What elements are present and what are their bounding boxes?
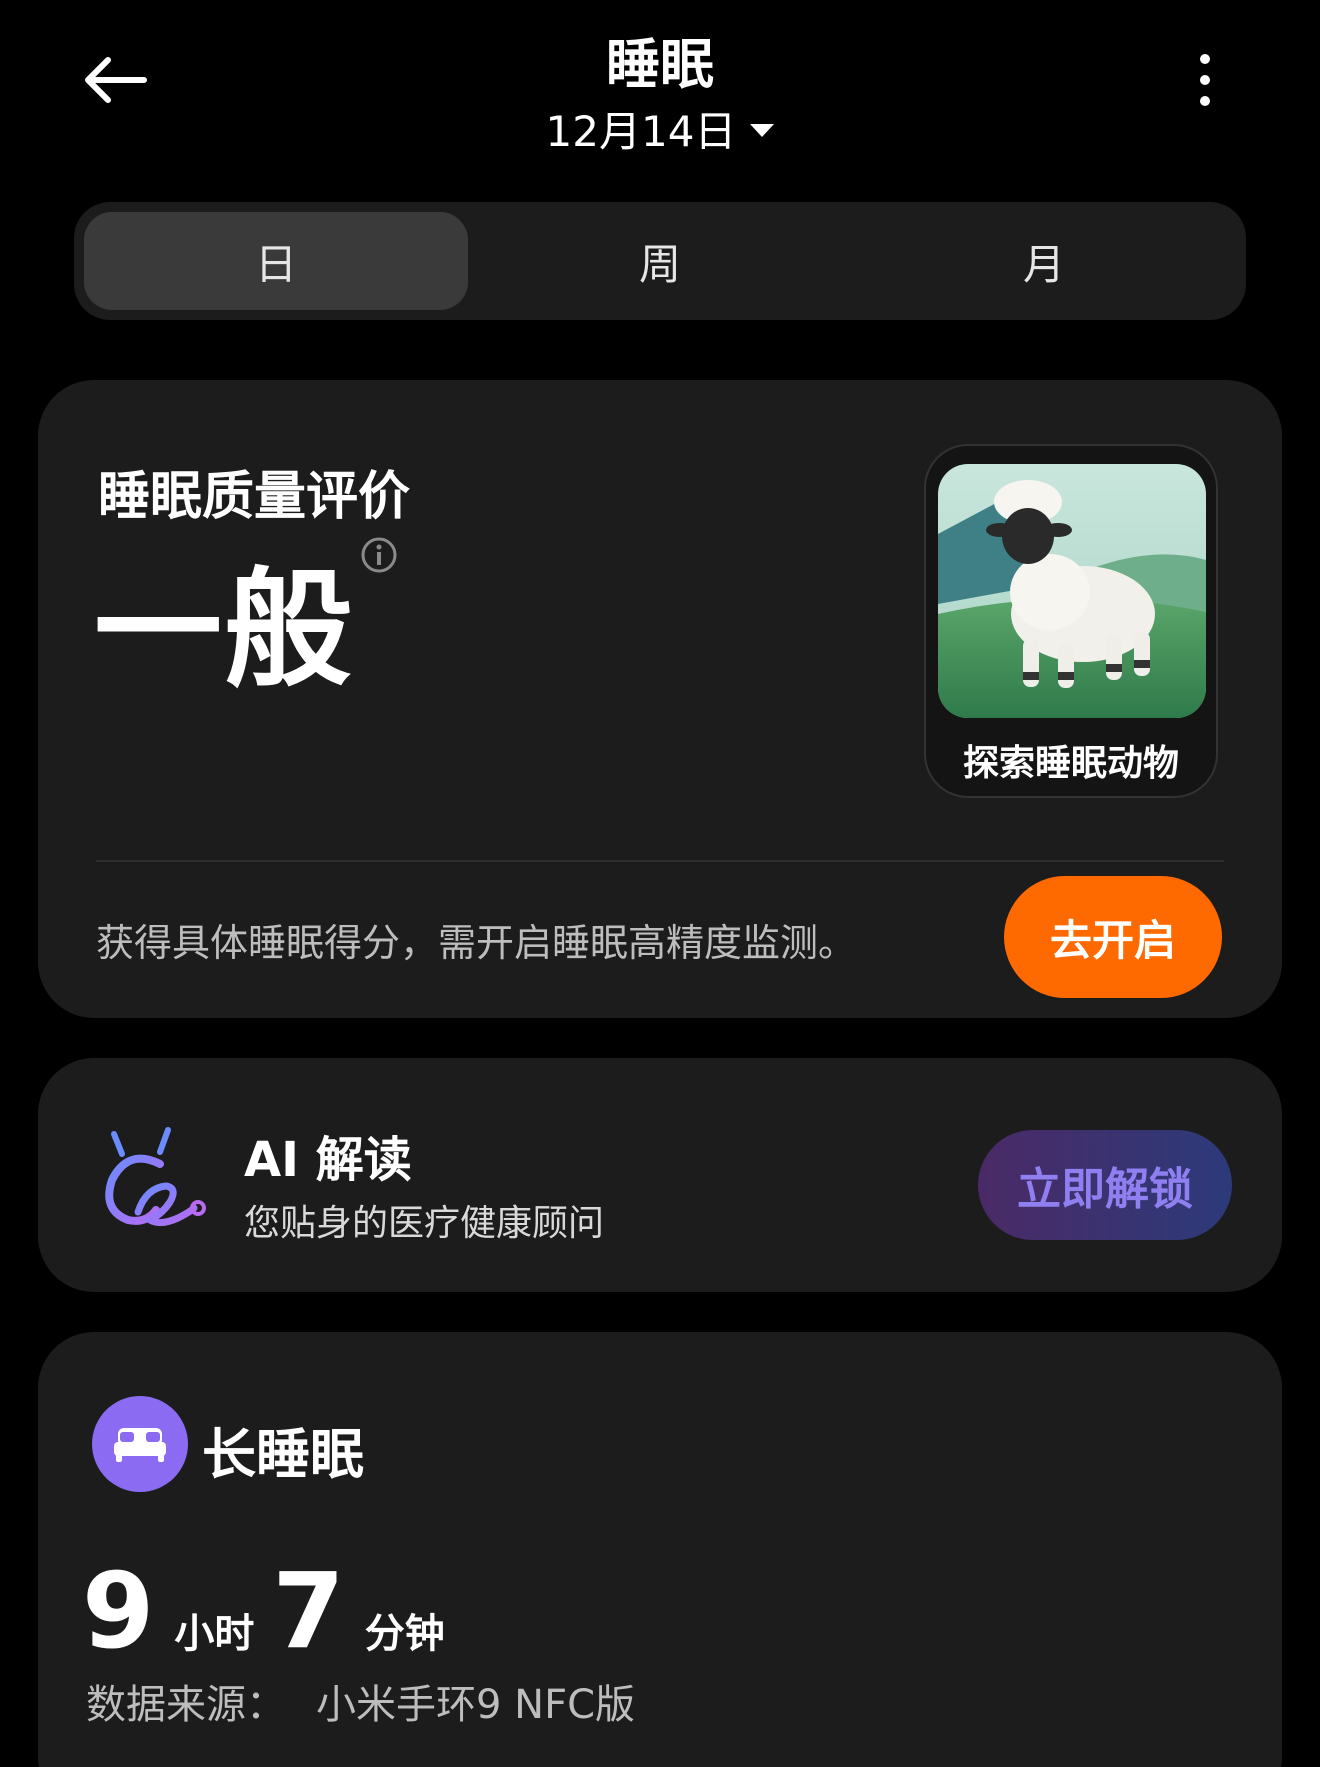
enable-button[interactable]: 去开启 <box>1004 876 1222 998</box>
minutes-value: 7 <box>272 1550 345 1672</box>
animal-caption: 探索睡眠动物 <box>962 743 1179 784</box>
sleep-quality-card: 睡眠质量评价 一般 探索睡眠动物 获得具体睡眠得分，需开启睡眠高精度监测。 去开… <box>38 380 1282 1018</box>
divider <box>96 860 1224 862</box>
ai-subtitle: 您贴身的医疗健康顾问 <box>244 1203 605 1244</box>
caret-down-icon <box>750 124 775 137</box>
quality-value: 一般 <box>94 556 355 705</box>
long-sleep-card[interactable]: 长睡眠 9 小时 7 分钟 数据来源： 小米手环9 NFC版 <box>38 1332 1282 1767</box>
hours-value: 9 <box>82 1550 155 1672</box>
minutes-unit: 分钟 <box>364 1611 445 1657</box>
ai-interpretation-card[interactable]: AI 解读 您贴身的医疗健康顾问 立即解锁 <box>38 1058 1282 1292</box>
ai-assistant-icon <box>105 1127 206 1227</box>
date-label: 12月14日 <box>545 107 737 156</box>
date-selector[interactable]: 12月14日 <box>0 98 1320 159</box>
sleep-duration: 9 小时 7 分钟 <box>82 1550 463 1672</box>
data-source: 数据来源： 小米手环9 NFC版 <box>86 1672 635 1730</box>
more-dot-icon <box>1200 75 1210 85</box>
page-title: 睡眠 <box>606 33 714 96</box>
info-icon[interactable] <box>360 536 398 574</box>
source-value: 小米手环9 NFC版 <box>316 1682 636 1728</box>
quality-label: 睡眠质量评价 <box>98 467 411 527</box>
source-label: 数据来源： <box>86 1682 286 1728</box>
sleep-page: 睡眠 12月14日 日 周 月 睡眠质量评价 一般 探索睡眠动物 获得具体睡眠得… <box>0 0 1320 1767</box>
sleep-type-title: 长睡眠 <box>202 1423 364 1486</box>
more-dot-icon <box>1200 54 1210 64</box>
tab-day[interactable]: 日 <box>84 212 468 310</box>
tab-month[interactable]: 月 <box>852 212 1236 310</box>
ai-title: AI 解读 <box>244 1132 412 1188</box>
precision-hint: 获得具体睡眠得分，需开启睡眠高精度监测。 <box>96 921 857 965</box>
tab-week[interactable]: 周 <box>468 212 852 310</box>
period-tabs: 日 周 月 <box>74 202 1246 320</box>
unlock-button[interactable]: 立即解锁 <box>978 1130 1232 1240</box>
sleep-animal-button[interactable]: 探索睡眠动物 <box>924 444 1218 798</box>
more-dot-icon <box>1200 96 1210 106</box>
hours-unit: 小时 <box>174 1611 255 1657</box>
sheep-illustration <box>938 464 1206 718</box>
bed-icon <box>92 1396 188 1492</box>
more-menu-button[interactable] <box>1190 50 1220 110</box>
